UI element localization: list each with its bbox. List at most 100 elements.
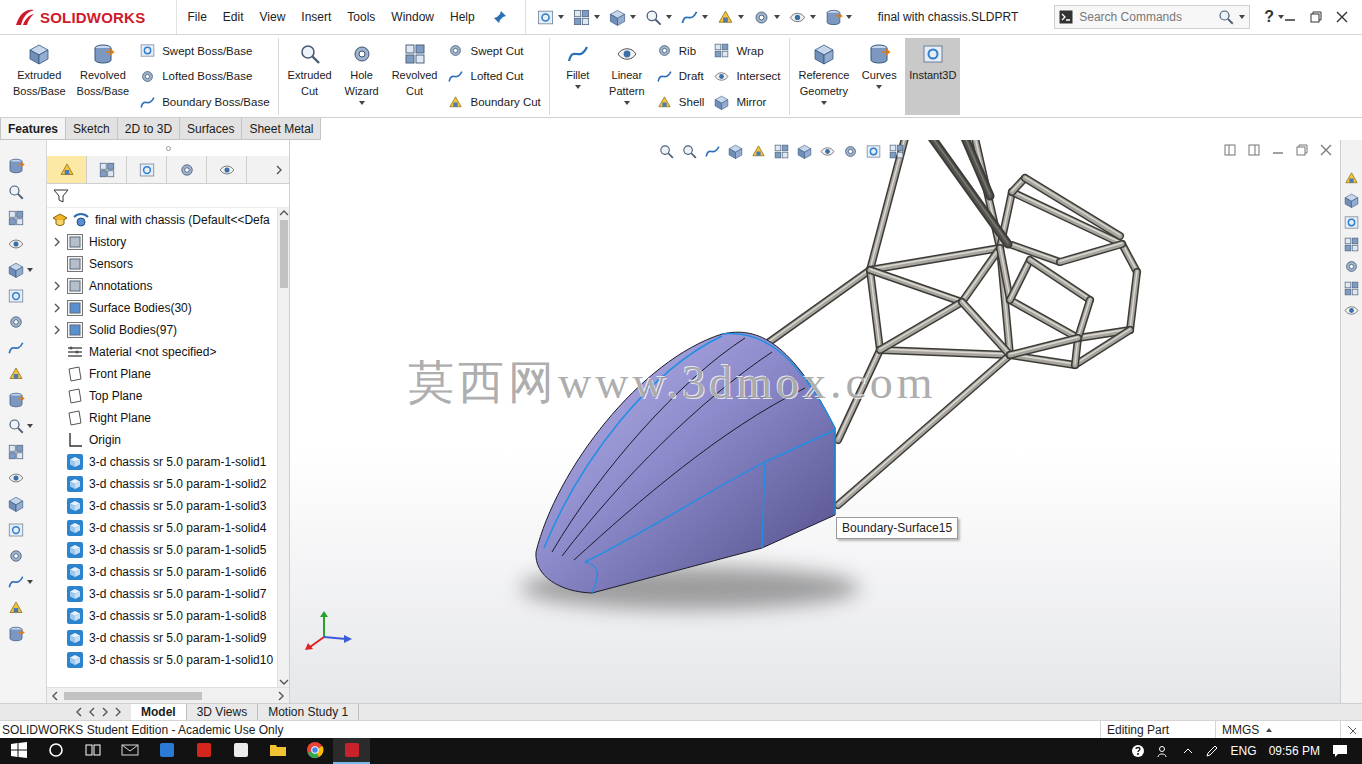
minimize-icon[interactable] (1272, 144, 1284, 156)
manager-tab[interactable] (167, 156, 207, 183)
strip-button[interactable] (7, 234, 25, 254)
menu-item[interactable]: File (179, 7, 214, 27)
strip-button[interactable] (7, 572, 33, 592)
menu-item[interactable]: Edit (215, 7, 252, 27)
tree-item[interactable]: 3-d chassis sr 5.0 param-1-solid4 (47, 517, 277, 539)
command-tab[interactable]: Surfaces (179, 118, 242, 140)
quick-access-button[interactable] (752, 8, 780, 27)
tile-left-icon[interactable] (1224, 144, 1236, 156)
strip-button[interactable] (7, 494, 25, 514)
strip-button[interactable] (7, 598, 25, 618)
people-icon[interactable] (1157, 744, 1171, 758)
ribbon-button[interactable]: Instant3D (905, 38, 960, 115)
graphics-area[interactable]: 莫西网www.3dmox.comBoundary-Surface15 (290, 140, 1340, 703)
notifications-icon[interactable] (1332, 744, 1348, 758)
taskbar-app[interactable] (222, 738, 259, 764)
help-button[interactable]: ? (1264, 8, 1274, 26)
strip-button[interactable] (7, 182, 25, 202)
tree-item[interactable]: Right Plane (47, 407, 277, 429)
ribbon-small-button[interactable]: Draft (656, 68, 705, 85)
menu-item[interactable]: View (252, 7, 294, 27)
tray-expand-icon[interactable] (1183, 746, 1193, 756)
filter-icon[interactable] (53, 188, 69, 204)
scroll-thumb[interactable] (280, 220, 288, 288)
ribbon-small-button[interactable]: Swept Cut (447, 42, 540, 59)
quick-access-button[interactable] (536, 8, 564, 27)
start-button[interactable] (0, 738, 37, 764)
model-tab[interactable]: 3D Views (187, 704, 258, 720)
manager-tab[interactable] (127, 156, 167, 183)
tree-item[interactable]: 3-d chassis sr 5.0 param-1-solid9 (47, 627, 277, 649)
tree-item[interactable]: Material <not specified> (47, 341, 277, 363)
command-tab[interactable]: Features (0, 118, 66, 140)
search-input[interactable] (1077, 9, 1213, 25)
tree-item[interactable]: 3-d chassis sr 5.0 param-1-solid2 (47, 473, 277, 495)
tree-item[interactable]: Origin (47, 429, 277, 451)
tile-right-icon[interactable] (1248, 144, 1260, 156)
model-tab[interactable]: Motion Study 1 (258, 704, 359, 720)
strip-button[interactable] (7, 442, 25, 462)
strip-button[interactable] (7, 520, 25, 540)
ribbon-button[interactable]: ReferenceGeometry (795, 38, 854, 115)
tree-item[interactable]: Solid Bodies(97) (47, 319, 277, 341)
strip-button[interactable] (7, 390, 25, 410)
tree-item[interactable]: 3-d chassis sr 5.0 param-1-solid3 (47, 495, 277, 517)
quick-access-button[interactable] (644, 8, 672, 27)
tree-item[interactable]: final with chassis (Default<<Defa (47, 209, 277, 231)
ribbon-small-button[interactable]: Shell (656, 94, 705, 111)
tree-item[interactable]: History (47, 231, 277, 253)
taskbar-app[interactable] (111, 738, 148, 764)
tree-item[interactable]: 3-d chassis sr 5.0 param-1-solid1 (47, 451, 277, 473)
tree-item[interactable]: Front Plane (47, 363, 277, 385)
tree-item[interactable]: 3-d chassis sr 5.0 param-1-solid7 (47, 583, 277, 605)
ribbon-small-button[interactable]: Intersect (713, 68, 780, 85)
command-tab[interactable]: Sheet Metal (241, 118, 321, 140)
ribbon-small-button[interactable]: Mirror (713, 94, 780, 111)
ribbon-small-button[interactable]: Swept Boss/Base (139, 42, 269, 59)
model-view[interactable] (290, 140, 1340, 703)
taskbar-app[interactable] (185, 738, 222, 764)
tree-item[interactable]: 3-d chassis sr 5.0 param-1-solid6 (47, 561, 277, 583)
menu-item[interactable]: Help (442, 7, 483, 27)
more-tabs[interactable] (269, 156, 289, 183)
strip-button[interactable] (7, 364, 25, 384)
clock[interactable]: 09:56 PM (1269, 744, 1320, 758)
taskbar-app[interactable] (148, 738, 185, 764)
strip-button[interactable] (7, 416, 33, 436)
ribbon-small-button[interactable]: Boundary Boss/Base (139, 94, 269, 111)
help-circle-icon[interactable] (1131, 744, 1145, 758)
strip-button[interactable] (7, 208, 25, 228)
manager-tab[interactable] (207, 156, 247, 183)
menu-item[interactable]: Insert (293, 7, 339, 27)
strip-button[interactable] (7, 286, 25, 306)
ribbon-small-button[interactable]: Rib (656, 42, 705, 59)
restore-icon[interactable] (1296, 144, 1308, 156)
ribbon-button[interactable]: ExtrudedCut (284, 38, 336, 115)
tree-item[interactable]: Surface Bodies(30) (47, 297, 277, 319)
close-icon[interactable] (1336, 11, 1348, 23)
ribbon-button[interactable]: HoleWizard (339, 38, 385, 115)
ribbon-small-button[interactable]: Wrap (713, 42, 780, 59)
strip-button[interactable] (7, 156, 25, 176)
ribbon-small-button[interactable]: Lofted Cut (447, 68, 540, 85)
ribbon-button[interactable]: RevolvedBoss/Base (73, 38, 134, 115)
task-view-button[interactable] (74, 738, 111, 764)
tree-item[interactable]: 3-d chassis sr 5.0 param-1-solid10 (47, 649, 277, 671)
manager-tab[interactable] (87, 156, 127, 183)
strip-button[interactable] (7, 312, 25, 332)
tab-scroll[interactable] (74, 704, 131, 720)
ribbon-button[interactable]: LinearPattern (604, 38, 650, 115)
taskbar-app[interactable] (333, 738, 370, 764)
status-units[interactable]: MMGS (1215, 721, 1340, 738)
search-button[interactable] (37, 738, 74, 764)
taskbar-app[interactable] (259, 738, 296, 764)
ribbon-button[interactable]: Fillet (555, 38, 601, 115)
ribbon-button[interactable]: Curves (856, 38, 902, 115)
quick-access-button[interactable] (608, 8, 636, 27)
taskbar-app[interactable] (296, 738, 333, 764)
ribbon-button[interactable]: RevolvedCut (388, 38, 442, 115)
scroll-thumb[interactable] (64, 692, 202, 700)
menu-item[interactable]: Window (383, 7, 442, 27)
quick-access-button[interactable] (716, 8, 744, 27)
strip-button[interactable] (7, 468, 25, 488)
